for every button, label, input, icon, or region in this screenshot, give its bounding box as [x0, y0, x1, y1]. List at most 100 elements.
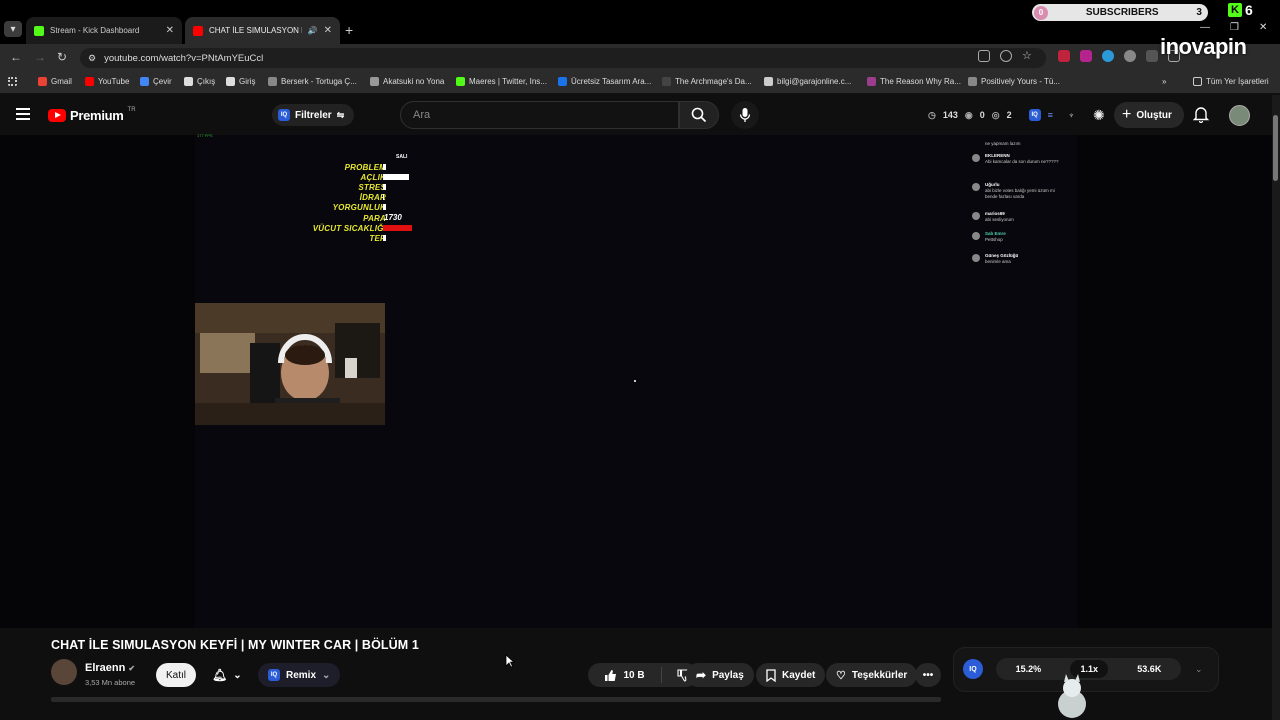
chat-text: Pettshop [985, 237, 1003, 242]
address-bar[interactable]: ⚙ youtube.com/watch?v=PNtAmYEuCcl [80, 48, 1046, 68]
stat-bar [383, 224, 412, 231]
close-icon[interactable]: ✕ [166, 25, 174, 36]
forward-icon[interactable]: → [34, 50, 46, 64]
new-tab-button[interactable]: + [345, 22, 353, 38]
gear-extension-icon[interactable]: ✺ [1093, 107, 1105, 124]
subscribers-count-right: 3 [1196, 7, 1202, 18]
channel-name-text[interactable]: Elraenn [85, 662, 125, 674]
iq-panel-badge[interactable]: IQ [963, 659, 983, 679]
reload-icon[interactable]: ↻ [57, 50, 67, 64]
apps-icon[interactable] [8, 77, 17, 86]
bookmark-item[interactable]: Çıkış [184, 77, 215, 86]
join-label: Katıl [166, 669, 187, 681]
bookmark-item[interactable]: The Reason Why Ra... [867, 77, 961, 86]
speaker-icon[interactable]: 🔊 [308, 26, 318, 35]
search-input[interactable]: Ara [400, 101, 679, 129]
create-button[interactable]: + Oluştur [1114, 102, 1184, 128]
subscription-bell-button[interactable]: 🔔︎ ⌄ [202, 663, 252, 687]
bookmark-favicon-icon [140, 77, 149, 86]
star-icon[interactable]: ☆ [1022, 50, 1034, 62]
extension-red-icon[interactable] [1058, 50, 1070, 62]
bookmark-item[interactable]: Akatsuki no Yona [370, 77, 444, 86]
bookmark-item[interactable]: Maeres | Twitter, Ins... [456, 77, 547, 86]
bookmark-item[interactable]: Giriş [226, 77, 255, 86]
back-icon[interactable]: ← [10, 50, 22, 64]
search-button[interactable] [679, 101, 719, 129]
scrollbar-thumb[interactable] [1273, 115, 1278, 181]
clock-icon: ◷ [928, 109, 936, 120]
bookmark-item[interactable]: bilgi@garajonline.c... [764, 77, 851, 86]
page-scrollbar[interactable] [1272, 95, 1280, 720]
sliders-icon: ⇋ [336, 109, 345, 120]
stat-label: PROBLEM [344, 163, 386, 172]
chevron-down-icon[interactable]: ⌄ [1195, 664, 1203, 675]
thanks-label: Teşekkürler [851, 669, 908, 681]
bookmark-item[interactable]: Berserk - Tortuga Ç... [268, 77, 357, 86]
verified-icon: ✔ [128, 664, 136, 673]
filters-button[interactable]: IQ Filtreler ⇋ [272, 104, 355, 126]
bookmark-favicon-icon [764, 77, 773, 86]
bookmark-item[interactable]: The Archmage's Da... [662, 77, 752, 86]
like-button[interactable]: 10 B [588, 667, 662, 683]
minimize-button[interactable]: — [1200, 22, 1210, 33]
bookmark-label: Çevir [153, 77, 172, 86]
tab-youtube-video[interactable]: CHAT İLE SIMULASYON KE 🔊 ✕ [185, 17, 340, 44]
extension-pink-icon[interactable] [1080, 50, 1092, 62]
notifications-button[interactable] [1192, 106, 1210, 128]
menu-icon[interactable] [16, 108, 30, 123]
extension-gray-icon[interactable] [1124, 50, 1136, 62]
voice-search-button[interactable] [731, 101, 759, 129]
maximize-button[interactable]: ❐ [1230, 22, 1239, 33]
chevron-down-icon: ⌄ [322, 669, 331, 681]
eye-off-icon[interactable] [1000, 50, 1012, 62]
channel-name[interactable]: Elraenn ✔ [85, 662, 135, 674]
youtube-play-icon [48, 109, 66, 122]
join-button[interactable]: Katıl [156, 663, 197, 687]
tab-kick-dashboard[interactable]: Stream - Kick Dashboard ✕ [26, 17, 182, 44]
bookmark-item[interactable]: YouTube [85, 77, 129, 86]
bookmark-item[interactable]: Çevir [140, 77, 172, 86]
subscribers-count-left: 0 [1034, 5, 1048, 20]
tab-search-button[interactable]: ▾ [4, 21, 22, 37]
bookmark-label: YouTube [98, 77, 130, 86]
bookmark-item[interactable]: Ücretsiz Tasarım Ara... [558, 77, 651, 86]
stat-label: VÜCUT SICAKLIĞI [312, 223, 386, 233]
bookmarks-more-button[interactable]: » [1162, 77, 1166, 86]
bookmark-favicon-icon [662, 77, 671, 86]
extension-cloud-icon[interactable] [1146, 50, 1158, 62]
close-window-button[interactable]: ✕ [1259, 22, 1267, 33]
search-placeholder: Ara [413, 109, 431, 121]
site-info-icon[interactable]: ⚙ [88, 53, 96, 64]
header-stats: ◷ 143 ◉ 0 ◎ 2 IQ ≡ ♆ [928, 109, 1075, 121]
bookmark-favicon-icon [558, 77, 567, 86]
all-bookmarks-button[interactable]: Tüm Yer İşaretleri [1193, 77, 1269, 86]
save-button[interactable]: Kaydet [756, 663, 826, 687]
inovapin-watermark: inovapin [1160, 34, 1247, 59]
watching-icon: ◎ [991, 109, 1000, 120]
day-label: SALI [396, 154, 408, 160]
avatar[interactable] [1229, 105, 1250, 126]
bookmark-favicon-icon [268, 77, 277, 86]
more-actions-button[interactable]: ••• [915, 663, 941, 687]
bookmark-item[interactable]: Gmail [38, 77, 72, 86]
share-button[interactable]: ➦ Paylaş [686, 663, 754, 687]
thanks-button[interactable]: ♡ Teşekkürler [826, 663, 918, 687]
cast-icon[interactable] [978, 50, 990, 62]
bookmark-favicon-icon [38, 77, 47, 86]
list-icon[interactable]: ≡ [1048, 110, 1053, 120]
create-label: Oluştur [1136, 109, 1172, 121]
bookmark-item[interactable]: Positively Yours - Tü... [968, 77, 1060, 86]
mascot-figure [1058, 674, 1086, 718]
chat-text: Abi kamcalar da son durum ne????? [985, 159, 1059, 164]
youtube-logo[interactable]: Premium TR [48, 107, 136, 123]
channel-avatar[interactable] [51, 659, 77, 685]
extension-blue-icon[interactable] [1102, 50, 1114, 62]
remix-button[interactable]: IQ Remix ⌄ [258, 663, 341, 687]
stat-bar [383, 174, 409, 181]
iq-icon[interactable]: IQ [1028, 109, 1041, 121]
close-icon[interactable]: ✕ [324, 25, 332, 36]
kick-count: 6 [1245, 2, 1253, 18]
thumbs-up-icon [605, 669, 617, 681]
chat-avatar [972, 154, 980, 162]
trophy-icon[interactable]: ♆ [1068, 110, 1075, 120]
